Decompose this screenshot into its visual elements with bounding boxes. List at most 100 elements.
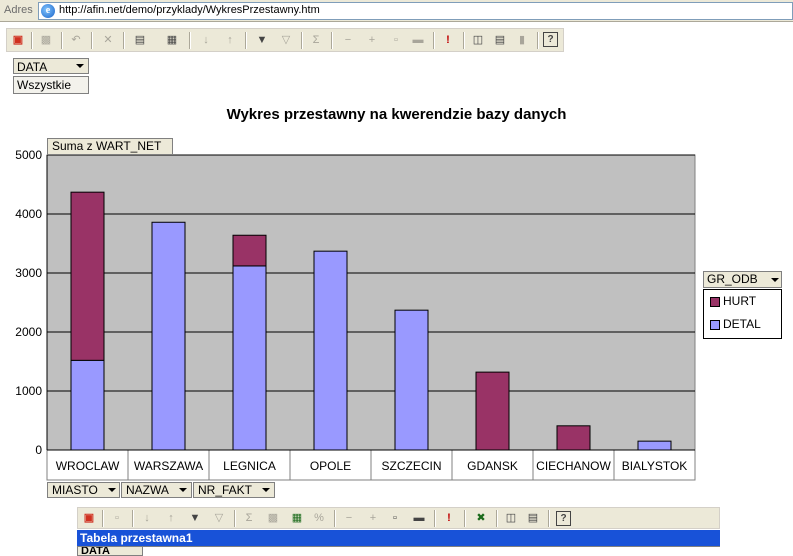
toolbar-separator (61, 32, 63, 49)
x-tick-label: WROCLAW (56, 459, 120, 473)
sort-descending-icon[interactable]: ↑ (221, 32, 239, 48)
chevron-down-icon[interactable] (262, 488, 270, 492)
show-details-icon[interactable]: ▬ (410, 510, 428, 526)
autocalc-icon[interactable]: Σ (240, 510, 258, 526)
y-tick-label: 0 (35, 443, 42, 457)
sort-ascending-icon[interactable]: ↓ (197, 32, 215, 48)
pivot-toolbar: ▣ ▫ ↓ ↑ ▼ ▽ Σ ▩ ▦ % − + ▫ ▬ ! ✖ ◫ ▤ ? (77, 507, 720, 529)
toolbar-separator (123, 32, 125, 49)
show-top-icon[interactable]: ▽ (277, 32, 295, 48)
x-tick-label: OPOLE (310, 459, 351, 473)
category-field-nr-fakt[interactable]: NR_FAKT (193, 482, 275, 498)
export-icon[interactable]: ◫ (469, 32, 487, 48)
toolbar-separator (132, 510, 134, 527)
chevron-down-icon[interactable] (771, 278, 779, 282)
sort-ascending-icon[interactable]: ↓ (138, 510, 156, 526)
legend-swatch-hurt (710, 297, 720, 307)
filter-field-label: DATA (17, 60, 48, 74)
refresh-icon[interactable]: ! (439, 32, 457, 48)
office-logo-icon[interactable]: ▣ (80, 510, 98, 526)
series-field-gr-odb[interactable]: GR_ODB (703, 271, 782, 288)
category-field-nazwa[interactable]: NAZWA (121, 482, 192, 498)
show-details-icon[interactable]: ▬ (409, 32, 427, 48)
autocalc-icon[interactable]: Σ (307, 32, 325, 48)
properties-icon[interactable]: ▤ (491, 32, 509, 48)
subtotal-icon[interactable]: ▩ (264, 510, 282, 526)
legend-swatch-detal (710, 320, 720, 330)
address-input[interactable]: e http://afin.net/demo/przyklady/WykresP… (38, 2, 793, 20)
autofilter-icon[interactable]: ▼ (253, 32, 271, 48)
x-tick-label: CIECHANOW (536, 459, 611, 473)
toolbar-separator (433, 32, 435, 49)
category-field-label: MIASTO (52, 483, 98, 497)
chart: 0 1000 2000 3000 4000 5000 WROCLAW WARSZAWA LEGN… (15, 148, 696, 481)
hide-details-icon[interactable]: ▫ (387, 32, 405, 48)
x-tick-label: GDANSK (467, 459, 518, 473)
chart-toolbar: ▣ ▩ ↶ ✕ ▤ ▦ ↓ ↑ ▼ ▽ Σ − + ▫ ▬ ! ◫ ▤ ▮ ? (6, 28, 564, 52)
field-list-icon[interactable]: ◫ (502, 510, 520, 526)
bar-hurt (556, 425, 591, 451)
toolbar-separator (464, 510, 466, 527)
help-icon[interactable]: ? (556, 511, 571, 526)
legend: HURT DETAL (703, 289, 782, 339)
ie-page-icon: e (41, 4, 55, 18)
category-field-label: NAZWA (126, 483, 169, 497)
pivot-table-body (143, 546, 720, 556)
chart-type-icon[interactable]: ▩ (37, 32, 55, 48)
chevron-down-icon[interactable] (179, 488, 187, 492)
filter-field-data[interactable]: DATA (13, 58, 89, 74)
bar-detal (151, 221, 186, 451)
field-list-icon[interactable]: ▤ (131, 32, 149, 48)
filter-value: Wszystkie (13, 76, 89, 94)
bar-detal (637, 440, 672, 451)
toolbar-separator (496, 510, 498, 527)
legend-label-hurt: HURT (723, 294, 757, 308)
address-bar: Adres e http://afin.net/demo/przyklady/W… (0, 0, 793, 22)
chevron-down-icon[interactable] (108, 488, 116, 492)
show-top-icon[interactable]: ▽ (210, 510, 228, 526)
toolbar-separator (234, 510, 236, 527)
undo-icon[interactable]: ↶ (67, 32, 85, 48)
y-tick-label: 5000 (15, 148, 42, 162)
toolbar-separator (434, 510, 436, 527)
bar-detal (70, 359, 105, 451)
chart-title: Wykres przestawny na kwerendzie bazy dan… (226, 106, 567, 123)
help-icon[interactable]: ? (543, 32, 558, 47)
office-logo-icon[interactable]: ▣ (9, 32, 27, 48)
category-field-miasto[interactable]: MIASTO (47, 482, 120, 498)
x-tick-label: SZCZECIN (382, 459, 442, 473)
sort-descending-icon[interactable]: ↑ (162, 510, 180, 526)
export-to-excel-icon[interactable]: ✖ (472, 510, 490, 526)
calculated-fields-icon[interactable]: ▦ (288, 510, 306, 526)
hide-details-icon[interactable]: ▫ (386, 510, 404, 526)
expand-icon[interactable]: + (363, 32, 381, 48)
collapse-icon[interactable]: − (340, 510, 358, 526)
delete-icon[interactable]: ✕ (99, 32, 117, 48)
expand-icon[interactable]: + (364, 510, 382, 526)
properties-icon[interactable]: ▤ (524, 510, 542, 526)
x-tick-label: LEGNICA (223, 459, 276, 473)
toolbar-separator (189, 32, 191, 49)
toolbar-separator (245, 32, 247, 49)
y-tick-label: 4000 (15, 207, 42, 221)
bar-detal (232, 265, 267, 451)
x-tick-label: WARSZAWA (134, 459, 203, 473)
toolbar-separator (331, 32, 333, 49)
y-tick-label: 3000 (15, 266, 42, 280)
commands-options-icon[interactable]: ▦ (163, 32, 181, 48)
plot-area (46, 154, 696, 451)
copy-icon[interactable]: ▫ (108, 510, 126, 526)
drop-areas-icon[interactable]: ▮ (513, 32, 531, 48)
collapse-icon[interactable]: − (339, 32, 357, 48)
y-tick-label: 2000 (15, 325, 42, 339)
pivot-row-field-data[interactable]: DATA (77, 546, 143, 556)
address-url[interactable]: http://afin.net/demo/przyklady/WykresPrz… (59, 4, 320, 16)
chevron-down-icon[interactable] (76, 64, 84, 68)
bar-hurt (70, 191, 105, 361)
toolbar-separator (463, 32, 465, 49)
toolbar-separator (91, 32, 93, 49)
data-field-suma[interactable]: Suma z WART_NET (47, 138, 173, 155)
show-as-icon[interactable]: % (310, 510, 328, 526)
autofilter-icon[interactable]: ▼ (186, 510, 204, 526)
refresh-icon[interactable]: ! (440, 510, 458, 526)
